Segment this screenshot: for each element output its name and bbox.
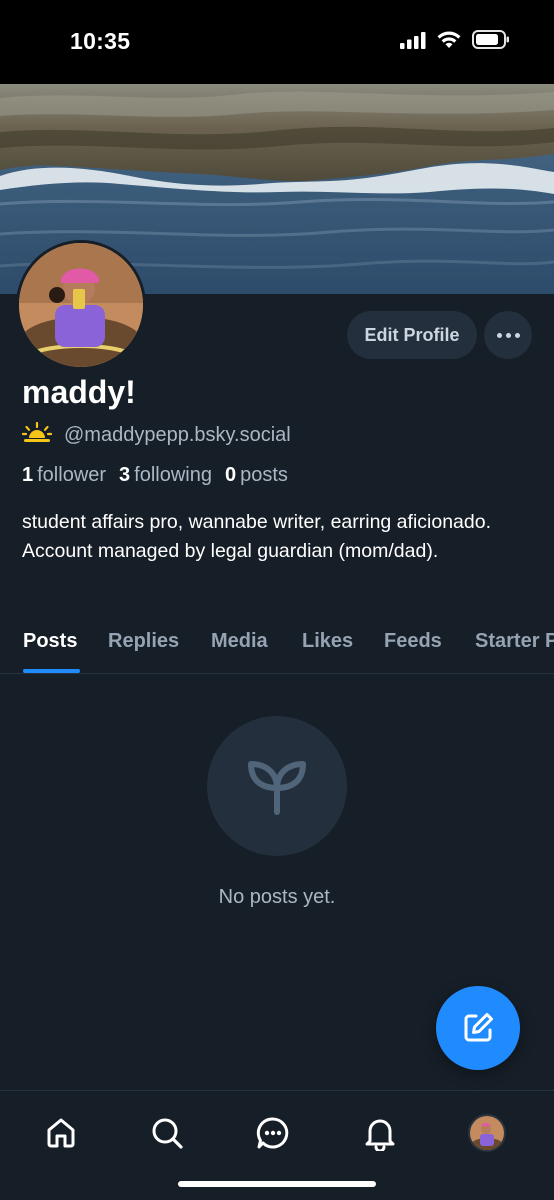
more-options-button[interactable] bbox=[484, 311, 532, 359]
ellipsis-icon bbox=[496, 332, 502, 338]
avatar bbox=[468, 1114, 506, 1152]
tab-posts[interactable]: Posts bbox=[23, 630, 77, 653]
battery-icon bbox=[472, 30, 510, 54]
status-icons bbox=[400, 30, 510, 54]
empty-state-icon-circle bbox=[207, 716, 347, 856]
status-bar: 10:35 bbox=[0, 0, 554, 84]
ellipsis-dot bbox=[514, 332, 520, 338]
avatar-image bbox=[19, 243, 143, 367]
tab-starter-packs[interactable]: Starter Packs bbox=[475, 630, 554, 653]
compose-post-button[interactable] bbox=[436, 986, 520, 1070]
empty-state-text: No posts yet. bbox=[218, 886, 336, 908]
nav-home[interactable] bbox=[37, 1109, 85, 1157]
status-time: 10:35 bbox=[70, 28, 131, 54]
compose-icon bbox=[464, 1013, 493, 1042]
following-label: following bbox=[134, 464, 212, 486]
posts-count: 0 bbox=[225, 464, 237, 486]
posts-label: posts bbox=[240, 464, 288, 486]
nav-chat[interactable] bbox=[249, 1109, 297, 1157]
display-name: maddy! bbox=[22, 374, 136, 410]
tab-likes[interactable]: Likes bbox=[302, 630, 353, 653]
profile-handle: @maddypepp.bsky.social bbox=[64, 424, 291, 446]
home-indicator bbox=[178, 1181, 376, 1187]
tab-replies[interactable]: Replies bbox=[108, 630, 179, 653]
search-icon bbox=[152, 1118, 183, 1149]
nav-profile[interactable] bbox=[463, 1109, 511, 1157]
tab-feeds[interactable]: Feeds bbox=[384, 630, 442, 653]
handle-row: @maddypepp.bsky.social bbox=[21, 421, 291, 449]
sunrise-icon bbox=[21, 421, 53, 449]
profile-screen: 10:35 Edit Profile maddy! @maddypepp.bsk… bbox=[0, 0, 554, 1200]
nav-notifications[interactable] bbox=[356, 1109, 404, 1157]
profile-avatar[interactable] bbox=[16, 240, 146, 370]
home-icon bbox=[47, 1118, 75, 1148]
tab-media[interactable]: Media bbox=[211, 630, 268, 653]
profile-tabs: Posts Replies Media Likes Feeds Starter … bbox=[0, 612, 554, 674]
profile-stats: 1 follower 3 following 0 posts bbox=[22, 464, 301, 487]
chat-icon bbox=[256, 1117, 289, 1149]
following-count: 3 bbox=[119, 464, 131, 486]
edit-profile-button[interactable]: Edit Profile bbox=[347, 311, 477, 359]
nav-search[interactable] bbox=[143, 1109, 191, 1157]
ellipsis-dot bbox=[505, 332, 511, 338]
profile-bio: student affairs pro, wannabe writer, ear… bbox=[22, 511, 491, 562]
followers-count: 1 bbox=[22, 464, 34, 486]
followers-stat[interactable]: 1 follower bbox=[22, 464, 119, 487]
active-tab-indicator bbox=[23, 669, 80, 673]
wifi-icon bbox=[436, 30, 462, 54]
signal-icon bbox=[400, 31, 426, 54]
posts-stat: 0 posts bbox=[225, 464, 301, 487]
bell-icon bbox=[365, 1119, 395, 1151]
following-stat[interactable]: 3 following bbox=[119, 464, 225, 487]
seedling-icon bbox=[248, 761, 306, 815]
followers-label: follower bbox=[37, 464, 107, 486]
